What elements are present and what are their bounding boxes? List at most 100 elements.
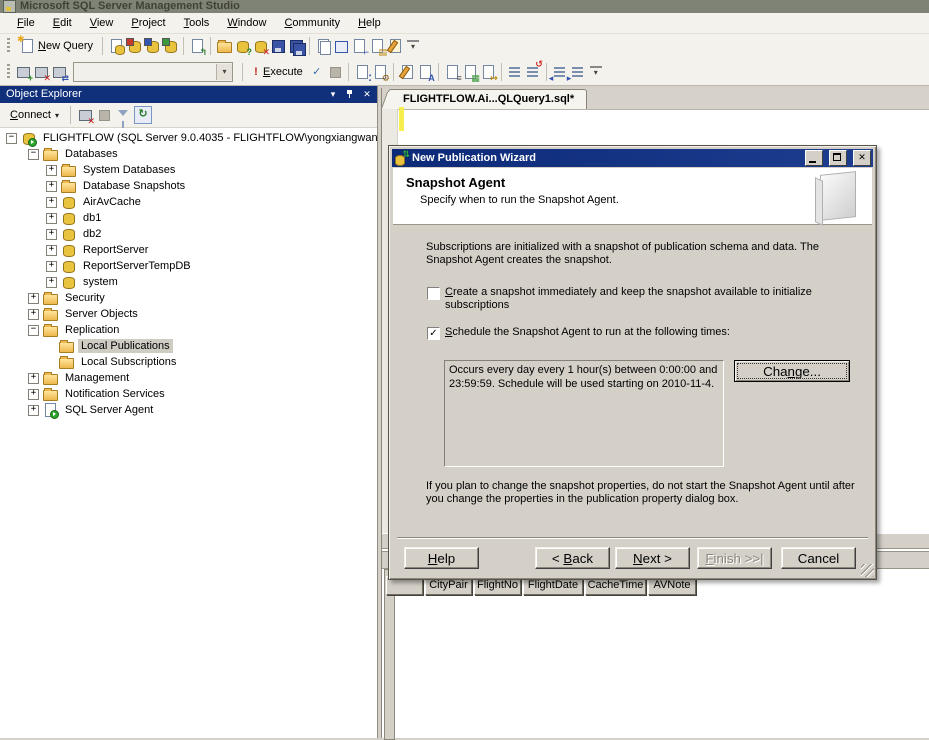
design-query-in-editor-icon[interactable] xyxy=(399,64,415,80)
minimize-icon[interactable] xyxy=(805,150,823,166)
analyze-query-in-tuning-advisor-icon[interactable]: ⚙ xyxy=(372,64,388,80)
schedule-agent-label[interactable]: Schedule the Snapshot Agent to run at th… xyxy=(445,326,845,339)
specify-template-parameters-icon[interactable]: A xyxy=(417,64,433,80)
results-to-text-icon[interactable]: ≡ xyxy=(444,64,460,80)
disconnect-server-icon[interactable]: ✕ xyxy=(77,107,93,123)
save-all-icon[interactable] xyxy=(288,38,304,54)
expand-icon[interactable] xyxy=(46,165,57,176)
tree-item-sql-server-agent[interactable]: SQL Server Agent xyxy=(28,402,156,418)
menu-project[interactable]: Project xyxy=(122,13,174,33)
tree-item-system-databases[interactable]: System Databases xyxy=(46,162,178,178)
tree-item-management[interactable]: Management xyxy=(28,370,132,386)
comment-selection-icon[interactable] xyxy=(507,64,523,80)
menu-window[interactable]: Window xyxy=(218,13,275,33)
collapse-icon[interactable] xyxy=(28,325,39,336)
expand-icon[interactable] xyxy=(46,181,57,192)
expand-icon[interactable] xyxy=(28,373,39,384)
toolbar-grip[interactable] xyxy=(7,38,10,54)
expand-icon[interactable] xyxy=(46,229,57,240)
tree-item-server-objects[interactable]: Server Objects xyxy=(28,306,141,322)
expand-icon[interactable] xyxy=(46,261,57,272)
change-connection-icon[interactable]: ⇄ xyxy=(51,64,67,80)
disconnect-object-explorer-icon[interactable]: ✕ xyxy=(252,38,268,54)
object-explorer-icon[interactable]: ⌐ xyxy=(351,38,367,54)
back-button[interactable]: < Back xyxy=(535,547,610,569)
tree-item-local-publications[interactable]: Local Publications xyxy=(46,338,173,354)
menu-view[interactable]: View xyxy=(81,13,123,33)
expand-icon[interactable] xyxy=(28,389,39,400)
collapse-icon[interactable] xyxy=(28,149,39,160)
results-to-file-icon[interactable]: ↦ xyxy=(480,64,496,80)
toolbar-overflow-icon[interactable]: ▾ xyxy=(590,66,602,78)
connect-icon[interactable]: + xyxy=(15,64,31,80)
database-engine-query-icon[interactable] xyxy=(108,38,124,54)
analysis-services-mdx-query-icon[interactable] xyxy=(126,38,142,54)
new-query-button[interactable]: ✱ New Query xyxy=(15,36,97,56)
expand-icon[interactable] xyxy=(28,405,39,416)
save-icon[interactable] xyxy=(270,38,286,54)
help-button[interactable]: Help xyxy=(404,547,479,569)
collapse-icon[interactable] xyxy=(6,133,17,144)
tree-item-databases[interactable]: Databases xyxy=(28,146,121,162)
results-to-grid-icon[interactable]: ▦ xyxy=(462,64,478,80)
available-databases-combo[interactable]: ▾ xyxy=(73,62,233,82)
toolbar-grip[interactable] xyxy=(7,64,10,80)
expand-icon[interactable] xyxy=(46,277,57,288)
decrease-indent-icon[interactable]: ◂ xyxy=(552,64,568,80)
expand-icon[interactable] xyxy=(46,245,57,256)
tree-item-database-snapshots[interactable]: Database Snapshots xyxy=(46,178,188,194)
open-file-icon[interactable]: ↰ xyxy=(189,38,205,54)
expand-icon[interactable] xyxy=(46,197,57,208)
maximize-icon[interactable] xyxy=(829,150,847,166)
expand-icon[interactable] xyxy=(46,213,57,224)
open-folder-icon[interactable] xyxy=(216,38,232,54)
close-icon[interactable]: ✕ xyxy=(853,150,871,166)
menu-help[interactable]: Help xyxy=(349,13,390,33)
tree-item-db1[interactable]: db1 xyxy=(46,210,104,226)
menu-edit[interactable]: Edit xyxy=(44,13,81,33)
uncomment-selection-icon[interactable]: ↺ xyxy=(525,64,541,80)
menu-tools[interactable]: Tools xyxy=(175,13,219,33)
registered-servers-icon[interactable] xyxy=(315,38,331,54)
tree-item-db2[interactable]: db2 xyxy=(46,226,104,242)
connect-object-explorer-icon[interactable]: ? xyxy=(234,38,250,54)
expand-icon[interactable] xyxy=(28,293,39,304)
create-snapshot-checkbox[interactable] xyxy=(427,287,440,300)
menu-file[interactable]: File xyxy=(8,13,44,33)
tree-item-replication[interactable]: Replication xyxy=(28,322,122,338)
cancel-button[interactable]: Cancel xyxy=(781,547,856,569)
disconnect-icon[interactable]: ✕ xyxy=(33,64,49,80)
display-estimated-execution-plan-icon[interactable]: ⁚ xyxy=(354,64,370,80)
change-button[interactable]: Change... xyxy=(734,360,850,382)
tree-item-server[interactable]: FLIGHTFLOW (SQL Server 9.0.4035 - FLIGHT… xyxy=(6,130,377,146)
expand-icon[interactable] xyxy=(28,309,39,320)
menu-community[interactable]: Community xyxy=(275,13,349,33)
tree-item-local-subscriptions[interactable]: Local Subscriptions xyxy=(46,354,179,370)
template-explorer-icon[interactable]: ▤ xyxy=(369,38,385,54)
filter-icon[interactable] xyxy=(115,107,131,123)
pin-icon[interactable] xyxy=(343,88,357,101)
execute-button[interactable]: ! Execute xyxy=(248,62,307,82)
refresh-icon[interactable]: ↻ xyxy=(134,106,152,124)
create-snapshot-label[interactable]: Create a snapshot immediately and keep t… xyxy=(445,286,845,312)
next-button[interactable]: Next > xyxy=(615,547,690,569)
tree-item-notification-services[interactable]: Notification Services xyxy=(28,386,168,402)
tree-item-airavcache[interactable]: AirAvCache xyxy=(46,194,144,210)
window-position-icon[interactable]: ▾ xyxy=(326,88,340,101)
toolbar-overflow-icon[interactable]: ▾ xyxy=(407,40,419,52)
tree-item-system[interactable]: system xyxy=(46,274,121,290)
properties-window-icon[interactable] xyxy=(387,38,403,54)
summary-icon[interactable] xyxy=(333,38,349,54)
close-icon[interactable]: ✕ xyxy=(360,88,374,101)
tree-item-security[interactable]: Security xyxy=(28,290,108,306)
schedule-agent-checkbox[interactable]: ✓ xyxy=(427,327,440,340)
tree-item-reportservertempdb[interactable]: ReportServerTempDB xyxy=(46,258,194,274)
increase-indent-icon[interactable]: ▸ xyxy=(570,64,586,80)
analysis-services-xmla-query-icon[interactable] xyxy=(162,38,178,54)
combo-dropdown-icon[interactable]: ▾ xyxy=(216,64,232,80)
editor-tab[interactable]: FLIGHTFLOW.Ai...QLQuery1.sql* xyxy=(388,89,587,109)
tree-item-reportserver[interactable]: ReportServer xyxy=(46,242,151,258)
resize-grip[interactable] xyxy=(861,564,874,577)
connect-button[interactable]: Connect ▾ xyxy=(5,107,64,123)
analysis-services-dmx-query-icon[interactable] xyxy=(144,38,160,54)
